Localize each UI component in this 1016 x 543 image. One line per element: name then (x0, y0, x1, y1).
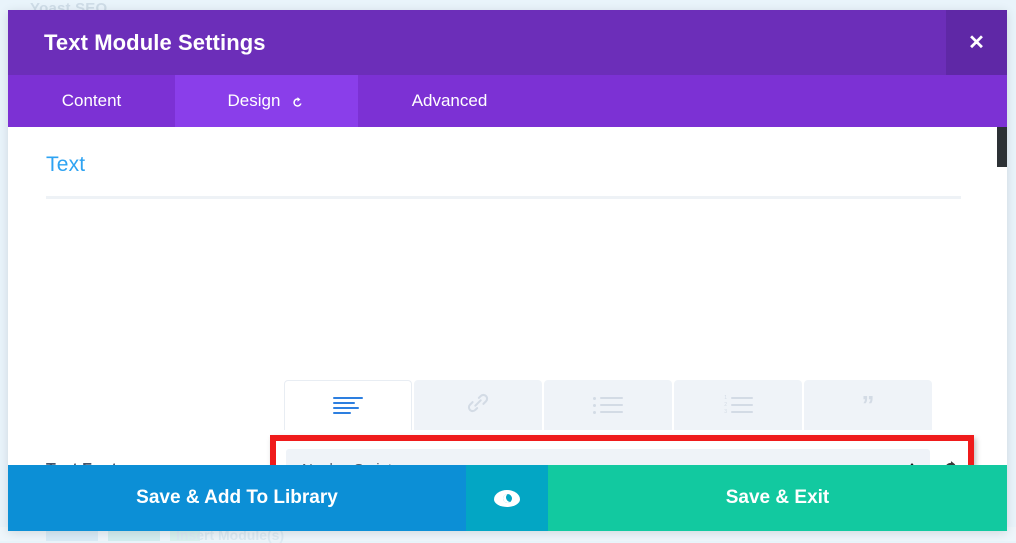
text-align-tab[interactable] (284, 380, 412, 430)
ordered-list-icon: 1 2 3 (723, 395, 753, 414)
text-module-settings-modal: Text Module Settings ✕ Content Design Ad… (8, 10, 1007, 531)
text-toolbar-tabs: 1 2 3 ” (284, 380, 932, 430)
reset-icon[interactable] (290, 95, 305, 110)
text-font-reset-icon[interactable] (940, 458, 962, 465)
link-icon (465, 390, 491, 421)
preview-toggle-button[interactable] (466, 465, 548, 531)
save-and-add-to-library-button[interactable]: Save & Add To Library (8, 465, 466, 531)
tab-advanced-label: Advanced (411, 91, 488, 110)
text-font-select[interactable]: Noelan Script (286, 449, 930, 465)
modal-title: Text Module Settings (44, 29, 266, 55)
link-tab[interactable] (414, 380, 542, 430)
tab-design-label: Design (227, 91, 281, 110)
tab-content[interactable]: Content (8, 75, 175, 127)
close-icon[interactable]: ✕ (946, 10, 1007, 75)
modal-header: Text Module Settings ✕ (8, 10, 1007, 75)
modal-body: Text 1 2 3 ” (8, 127, 1007, 465)
save-and-exit-label: Save & Exit (725, 487, 830, 508)
quote-icon: ” (861, 390, 875, 420)
unordered-list-icon (593, 396, 623, 414)
ordered-list-tab[interactable]: 1 2 3 (674, 380, 802, 430)
unordered-list-tab[interactable] (544, 380, 672, 430)
modal-tab-bar: Content Design Advanced (8, 75, 1007, 127)
section-title-text: Text (46, 153, 86, 176)
tab-content-label: Content (61, 91, 122, 110)
tab-design[interactable]: Design (175, 75, 358, 127)
quote-tab[interactable]: ” (804, 380, 932, 430)
save-and-exit-button[interactable]: Save & Exit (548, 465, 1007, 531)
section-divider (46, 196, 961, 199)
eye-icon (494, 489, 520, 507)
modal-footer: Save & Add To Library Save & Exit (8, 465, 1007, 531)
vertical-scrollbar[interactable] (997, 127, 1007, 167)
text-align-icon (333, 396, 363, 415)
tab-advanced[interactable]: Advanced (358, 75, 541, 127)
save-and-add-to-library-label: Save & Add To Library (136, 487, 338, 508)
